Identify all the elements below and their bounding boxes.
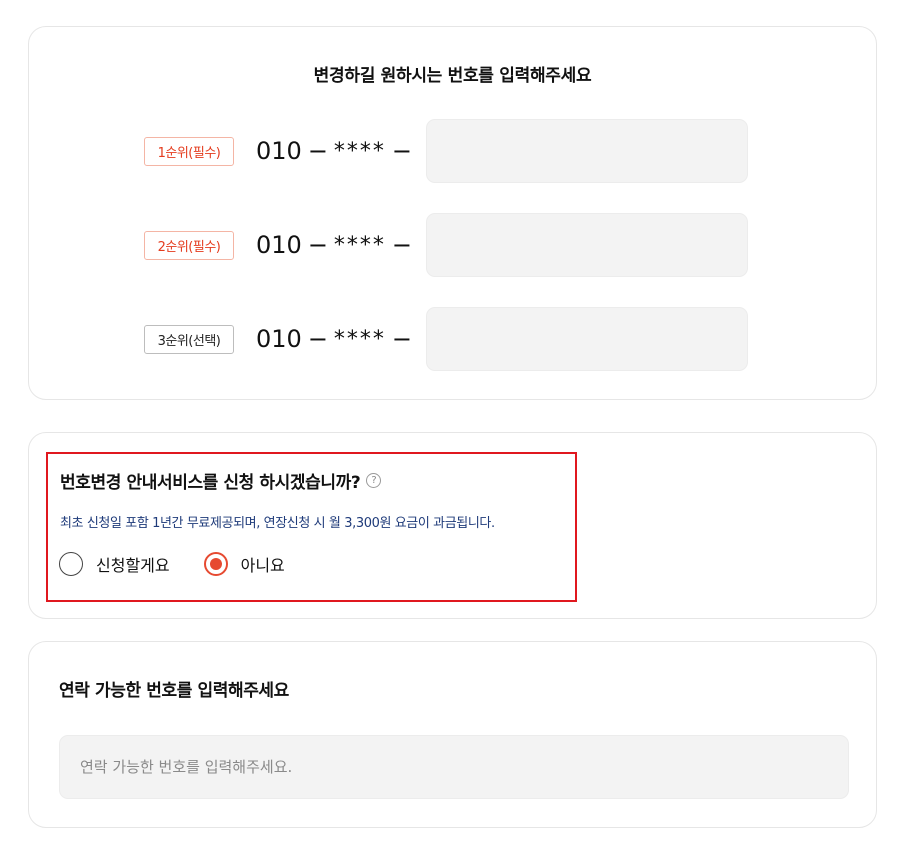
- contact-title: 연락 가능한 번호를 입력해주세요: [59, 681, 289, 701]
- radio-label-apply[interactable]: 신청할게요: [96, 552, 170, 576]
- prefix-dash: −: [391, 325, 413, 353]
- service-highlight-box: 번호변경 안내서비스를 신청 하시겠습니까? ? 최초 신청일 포함 1년간 무…: [46, 452, 577, 602]
- phone-prefix-2: 010 − **** −: [256, 231, 418, 259]
- radio-option-apply[interactable]: 신청할게요: [59, 552, 170, 576]
- priority-badge-1: 1순위(필수): [144, 136, 234, 166]
- service-radio-group: 신청할게요 아니요: [59, 552, 285, 576]
- phone-input-3[interactable]: [426, 307, 749, 371]
- radio-unchecked-icon[interactable]: [59, 552, 83, 576]
- prefix-digits: 010: [256, 137, 302, 165]
- phone-row-1: 1순위(필수) 010 − **** −: [144, 119, 749, 183]
- help-icon[interactable]: ?: [366, 473, 382, 488]
- contact-input[interactable]: [59, 735, 849, 799]
- priority-badge-3: 3순위(선택): [144, 324, 234, 354]
- prefix-dash: −: [391, 137, 413, 165]
- phone-prefix-3: 010 − **** −: [256, 325, 418, 353]
- phone-prefix-1: 010 − **** −: [256, 137, 418, 165]
- masked-digits: ****: [333, 138, 386, 164]
- phone-row-2: 2순위(필수) 010 − **** −: [144, 213, 749, 277]
- prefix-digits: 010: [256, 325, 302, 353]
- radio-label-no[interactable]: 아니요: [241, 552, 285, 576]
- masked-digits: ****: [333, 326, 386, 352]
- prefix-dash: −: [391, 231, 413, 259]
- phone-input-2[interactable]: [426, 213, 749, 277]
- service-question-text: 번호변경 안내서비스를 신청 하시겠습니까?: [60, 473, 361, 493]
- radio-option-no[interactable]: 아니요: [203, 552, 285, 576]
- priority-badge-2: 2순위(필수): [144, 230, 234, 260]
- phone-row-3: 3순위(선택) 010 − **** −: [144, 307, 749, 371]
- service-question: 번호변경 안내서비스를 신청 하시겠습니까? ?: [60, 468, 382, 493]
- prefix-dash: −: [307, 325, 328, 353]
- phone-input-1[interactable]: [426, 119, 749, 183]
- radio-checked-icon[interactable]: [203, 552, 228, 576]
- contact-card: 연락 가능한 번호를 입력해주세요: [28, 641, 877, 828]
- change-number-title: 변경하길 원하시는 번호를 입력해주세요: [313, 66, 592, 86]
- service-note: 최초 신청일 포함 1년간 무료제공되며, 연장신청 시 월 3,300원 요금…: [60, 516, 495, 531]
- prefix-dash: −: [307, 137, 328, 165]
- masked-digits: ****: [333, 232, 386, 258]
- change-number-card: 변경하길 원하시는 번호를 입력해주세요 1순위(필수) 010 − **** …: [28, 26, 877, 400]
- prefix-dash: −: [307, 231, 328, 259]
- prefix-digits: 010: [256, 231, 302, 259]
